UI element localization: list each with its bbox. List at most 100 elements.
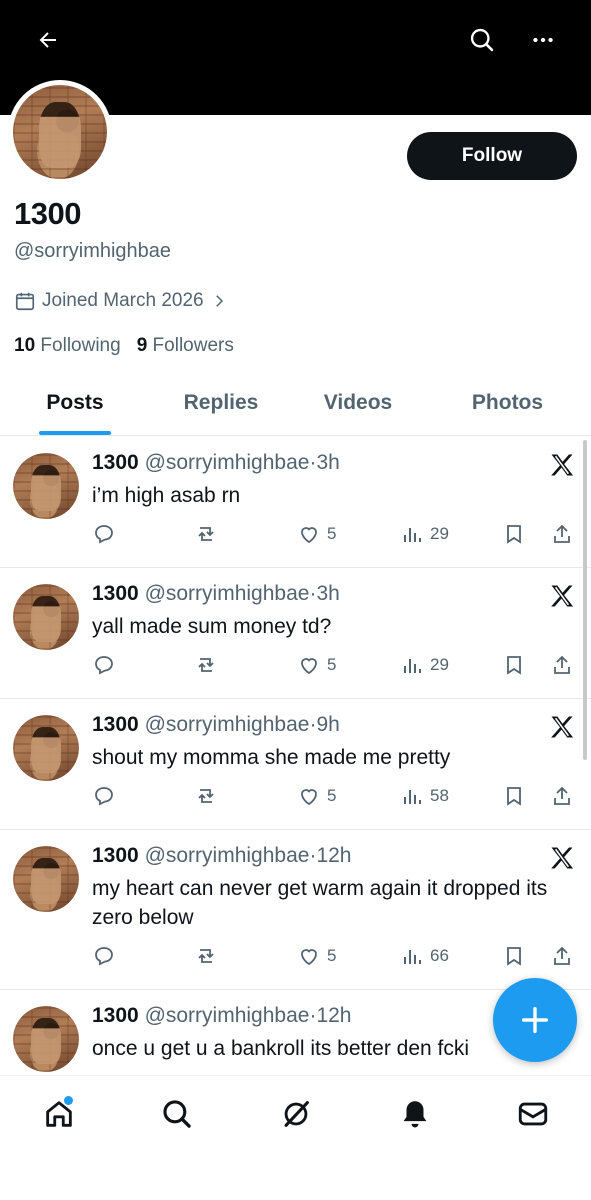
back-arrow-icon (39, 32, 56, 48)
post-text: shout my momma she made me pretty (92, 746, 451, 769)
following-link[interactable]: 10 Following (14, 335, 121, 357)
post-author-handle: @sorryimhighbae (144, 1004, 310, 1027)
more-icon (533, 37, 553, 43)
like-button[interactable]: 5 (297, 522, 336, 546)
like-count: 5 (327, 786, 337, 805)
like-count: 5 (327, 946, 337, 965)
profile-tabs: Posts Replies Videos Photos (0, 370, 591, 436)
post-text: my heart can never get warm again it dro… (92, 877, 554, 929)
views-button[interactable]: 29 (400, 522, 449, 546)
avatar[interactable] (13, 453, 79, 519)
avatar[interactable] (13, 846, 79, 912)
tab-videos[interactable]: Videos (292, 370, 424, 435)
bookmark-icon (507, 947, 521, 966)
calendar-icon (15, 292, 35, 311)
repost-button[interactable] (194, 784, 218, 808)
post-time: 12h (316, 1004, 352, 1027)
bookmark-button[interactable] (502, 944, 526, 968)
posts-feed[interactable]: 1300 @sorryimhighbae·3h i’m high asab rn… (0, 437, 591, 1075)
post-author-handle: @sorryimhighbae (144, 844, 310, 867)
tab-underline (39, 431, 111, 435)
reply-icon (95, 525, 113, 544)
x-logo-icon (551, 454, 574, 476)
views-button[interactable]: 66 (400, 944, 449, 968)
post-actions: 5 29 (92, 519, 588, 549)
post-author-name: 1300 (92, 451, 139, 474)
post-author-name: 1300 (92, 582, 139, 605)
joined-label: Joined March 2026 (42, 290, 204, 311)
bottom-nav (0, 1075, 591, 1200)
x-logo-icon (551, 716, 574, 738)
home-notification-dot (64, 1096, 73, 1105)
tab-posts[interactable]: Posts (0, 370, 150, 435)
nav-grok[interactable] (276, 1094, 316, 1134)
display-name: 1300 (14, 196, 81, 231)
following-label: Following (40, 335, 121, 356)
share-button[interactable] (550, 784, 574, 808)
bookmark-button[interactable] (502, 784, 526, 808)
scrollbar[interactable] (583, 440, 587, 760)
bookmark-icon (507, 656, 521, 675)
avatar-image (13, 584, 79, 650)
bookmark-icon (507, 787, 521, 806)
bell-icon (403, 1101, 427, 1128)
post-text: i’m high asab rn (92, 484, 241, 507)
reply-button[interactable] (92, 944, 116, 968)
followers-link[interactable]: 9 Followers (137, 335, 234, 357)
reply-button[interactable] (92, 653, 116, 677)
post-author-handle: @sorryimhighbae (144, 582, 310, 605)
repost-button[interactable] (194, 653, 218, 677)
compose-button[interactable] (493, 978, 577, 1062)
mail-icon (518, 1102, 548, 1126)
reply-button[interactable] (92, 522, 116, 546)
nav-notifications[interactable] (395, 1094, 435, 1134)
share-button[interactable] (550, 944, 574, 968)
post-actions: 5 29 (92, 650, 588, 680)
joined-date[interactable]: Joined March 2026 (14, 290, 228, 312)
post[interactable]: 1300 @sorryimhighbae·9h shout my momma s… (0, 699, 591, 830)
repost-icon (198, 789, 214, 803)
tab-photos[interactable]: Photos (424, 370, 591, 435)
back-button[interactable] (28, 24, 68, 56)
post[interactable]: 1300 @sorryimhighbae·3h i’m high asab rn… (0, 437, 591, 568)
nav-messages[interactable] (513, 1094, 553, 1134)
repost-button[interactable] (194, 522, 218, 546)
share-button[interactable] (550, 653, 574, 677)
bookmark-button[interactable] (502, 653, 526, 677)
avatar[interactable] (13, 584, 79, 650)
more-button[interactable] (524, 22, 562, 58)
views-button[interactable]: 58 (400, 784, 449, 808)
post-time: 9h (316, 713, 340, 736)
repost-icon (198, 949, 214, 963)
post-author-name: 1300 (92, 713, 139, 736)
post[interactable]: 1300 @sorryimhighbae·3h yall made sum mo… (0, 568, 591, 699)
post[interactable]: 1300 @sorryimhighbae·12h my heart can ne… (0, 830, 591, 990)
nav-home[interactable] (39, 1094, 79, 1134)
avatar-image (13, 85, 107, 179)
search-icon (470, 28, 494, 52)
reply-icon (95, 947, 113, 966)
follow-button[interactable]: Follow (407, 132, 577, 180)
nav-search[interactable] (157, 1094, 197, 1134)
post-time: 12h (316, 844, 352, 867)
reply-button[interactable] (92, 784, 116, 808)
repost-icon (198, 658, 214, 672)
repost-button[interactable] (194, 944, 218, 968)
tab-replies[interactable]: Replies (150, 370, 292, 435)
post-header: 1300 @sorryimhighbae·3h (92, 451, 340, 474)
avatar-image (13, 846, 79, 912)
search-button[interactable] (464, 22, 500, 58)
views-button[interactable]: 29 (400, 653, 449, 677)
post-header: 1300 @sorryimhighbae·3h (92, 582, 340, 605)
like-button[interactable]: 5 (297, 944, 336, 968)
repost-icon (198, 527, 214, 541)
profile-avatar[interactable] (8, 80, 112, 184)
avatar[interactable] (13, 715, 79, 781)
share-button[interactable] (550, 522, 574, 546)
like-button[interactable]: 5 (297, 784, 336, 808)
avatar[interactable] (13, 1006, 79, 1072)
view-count: 66 (430, 946, 449, 965)
bookmark-icon (507, 525, 521, 544)
bookmark-button[interactable] (502, 522, 526, 546)
like-button[interactable]: 5 (297, 653, 336, 677)
